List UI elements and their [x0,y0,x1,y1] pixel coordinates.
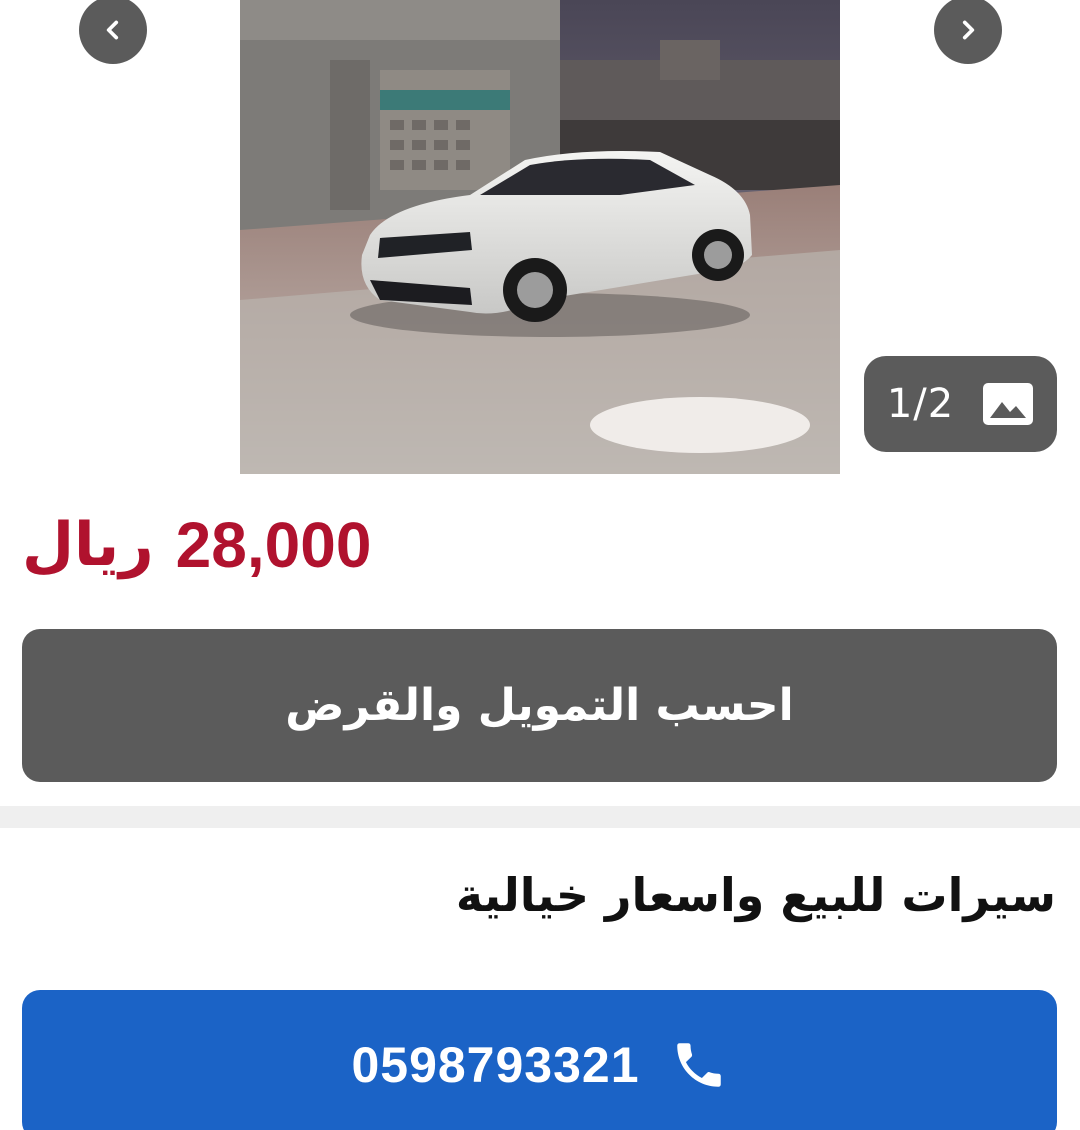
phone-number: 0598793321 [351,1037,640,1093]
chevron-left-icon [106,20,119,40]
image-counter[interactable]: 1/2 [864,356,1057,452]
phone-icon [676,1043,721,1087]
price-currency: ريال [22,510,154,580]
finance-calculator-button[interactable]: احسب التمويل والقرض [22,629,1057,782]
price-value: 28,000 [175,509,372,581]
previous-image-button[interactable] [79,0,147,64]
ad-title: سيرات للبيع واسعار خيالية [455,868,1056,922]
image-icon [983,383,1034,425]
listing-page: 1/2 ريال 28,000 احسب التمويل والقرض سيرا… [0,0,1080,1130]
call-button[interactable]: 0598793321 [22,990,1057,1130]
next-image-button[interactable] [934,0,1002,64]
price: ريال 28,000 [22,505,371,585]
chevron-right-icon [962,20,975,40]
car-photo[interactable] [240,0,840,474]
image-counter-text: 1/2 [886,381,955,427]
section-divider [0,806,1080,828]
